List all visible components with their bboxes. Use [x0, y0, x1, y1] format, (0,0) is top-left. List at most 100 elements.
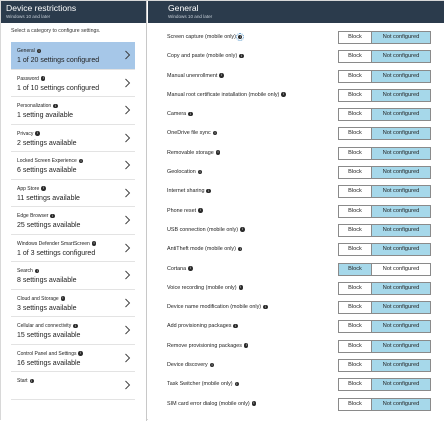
info-icon[interactable]: i — [281, 92, 286, 97]
category-item-windows-defender-smartscreen[interactable]: Windows Defender SmartScreen i 1 of 3 sett… — [11, 235, 135, 262]
info-icon[interactable]: i — [234, 381, 240, 387]
info-icon[interactable]: i — [73, 323, 78, 328]
setting-row-remove-provisioning-packages: Remove provisioning packages i Block Not co… — [167, 338, 437, 357]
category-detail: 3 settings available — [17, 304, 77, 312]
block-option[interactable]: Block — [339, 379, 372, 391]
chevron-right-icon — [125, 325, 131, 335]
category-item-edge-browser[interactable]: Edge Browser i 25 settings available — [11, 207, 135, 235]
info-icon[interactable]: i — [219, 73, 224, 78]
setting-label-text: Manual unenrollment — [167, 72, 218, 79]
not-configured-option[interactable]: Not configured — [372, 282, 430, 294]
setting-toggle: Block Not configured — [338, 359, 431, 373]
info-icon[interactable]: i — [35, 131, 40, 136]
block-option[interactable]: Block — [339, 128, 372, 140]
setting-row-antitheft-mode-mobile-only: AntiTheft mode (mobile only) i Block Not co… — [167, 241, 437, 260]
category-name-text: Personalization — [17, 103, 52, 109]
block-option[interactable]: Block — [339, 32, 372, 43]
info-icon[interactable]: i — [209, 362, 215, 368]
info-icon[interactable]: i — [78, 351, 83, 356]
not-configured-option[interactable]: Not configured — [372, 51, 430, 63]
category-item-cloud-and-storage[interactable]: Cloud and Storage i 3 settings available — [11, 290, 135, 317]
not-configured-option[interactable]: Not configured — [372, 360, 430, 372]
not-configured-option[interactable]: Not configured — [372, 244, 430, 256]
info-icon[interactable]: i — [29, 378, 35, 383]
not-configured-option[interactable]: Not configured — [372, 398, 430, 410]
block-option[interactable]: Block — [339, 70, 372, 82]
block-option[interactable]: Block — [339, 398, 372, 410]
category-item-start[interactable]: Start i — [11, 372, 135, 400]
block-option[interactable]: Block — [339, 147, 372, 159]
block-option[interactable]: Block — [339, 89, 372, 101]
block-option[interactable]: Block — [339, 109, 372, 121]
setting-label: USB connection (mobile only) i — [167, 227, 245, 233]
not-configured-option[interactable]: Not configured — [372, 340, 430, 352]
info-icon[interactable]: i — [188, 266, 193, 271]
block-option[interactable]: Block — [339, 360, 372, 372]
info-icon[interactable]: i — [238, 285, 244, 290]
not-configured-option[interactable]: Not configured — [372, 70, 430, 82]
info-icon[interactable]: i — [239, 53, 244, 59]
not-configured-option[interactable]: Not configured — [372, 167, 430, 179]
info-icon[interactable]: i — [212, 130, 218, 136]
info-icon[interactable]: i — [206, 188, 211, 194]
not-configured-option[interactable]: Not configured — [372, 89, 430, 101]
category-item-general[interactable]: General i 1 of 20 settings configured — [11, 42, 135, 70]
not-configured-option[interactable]: Not configured — [372, 205, 430, 217]
not-configured-option[interactable]: Not configured — [372, 224, 430, 236]
not-configured-option[interactable]: Not configured — [372, 263, 430, 275]
not-configured-option[interactable]: Not configured — [372, 32, 430, 43]
block-option[interactable]: Block — [339, 167, 372, 179]
info-icon[interactable]: i — [50, 213, 55, 218]
info-icon[interactable]: i — [198, 208, 203, 213]
category-item-cellular-and-connectivity[interactable]: Cellular and connectivity i 15 settings av… — [11, 317, 135, 345]
block-option[interactable]: Block — [339, 321, 372, 333]
info-icon[interactable]: i — [215, 150, 221, 155]
block-option[interactable]: Block — [339, 282, 372, 294]
category-item-locked-screen-experience[interactable]: Locked Screen Experience i 6 settings avai… — [11, 152, 135, 180]
info-icon[interactable]: i — [60, 296, 66, 301]
category-item-personalization[interactable]: Personalization i 1 setting available — [11, 97, 135, 125]
setting-row-usb-connection-mobile-only: USB connection (mobile only) i Block Not co… — [167, 222, 437, 241]
info-icon[interactable]: i — [34, 268, 40, 273]
category-item-search[interactable]: Search i 8 settings available — [11, 262, 135, 290]
info-icon[interactable]: i — [188, 111, 193, 117]
info-icon[interactable]: i — [236, 32, 245, 41]
category-item-control-panel-and-settings[interactable]: Control Panel and Settings i 16 settings a… — [11, 345, 135, 372]
block-option[interactable]: Block — [339, 224, 372, 236]
not-configured-option[interactable]: Not configured — [372, 302, 430, 314]
not-configured-option[interactable]: Not configured — [372, 321, 430, 333]
not-configured-option[interactable]: Not configured — [372, 147, 430, 159]
block-option[interactable]: Block — [339, 340, 372, 352]
not-configured-option[interactable]: Not configured — [372, 379, 430, 391]
info-icon[interactable]: i — [237, 246, 243, 252]
block-option[interactable]: Block — [339, 205, 372, 217]
info-icon[interactable]: i — [78, 158, 84, 163]
info-icon[interactable]: i — [41, 186, 46, 191]
chevron-right-icon — [125, 353, 131, 362]
chevron-right-icon — [125, 298, 131, 307]
block-option[interactable]: Block — [339, 186, 372, 198]
block-option[interactable]: Block — [339, 244, 372, 256]
category-item-app-store[interactable]: App Store i 11 settings available — [11, 180, 135, 207]
block-option[interactable]: Block — [339, 302, 372, 314]
info-icon[interactable]: i — [263, 304, 268, 310]
info-icon[interactable]: i — [40, 76, 46, 81]
block-option[interactable]: Block — [339, 263, 372, 275]
info-icon[interactable]: i — [233, 323, 238, 329]
category-item-privacy[interactable]: Privacy i 2 settings available — [11, 125, 135, 152]
general-settings-blade: General Windows 10 and later Screen capt… — [148, 1, 444, 421]
not-configured-option[interactable]: Not configured — [372, 109, 430, 121]
category-name-text: General — [17, 48, 35, 54]
info-icon[interactable]: i — [251, 401, 257, 406]
info-icon[interactable]: i — [240, 227, 245, 232]
category-name-text: Cellular and connectivity — [17, 323, 72, 329]
category-item-password[interactable]: Password i 1 of 10 settings configured — [11, 70, 135, 97]
info-icon[interactable]: i — [53, 103, 58, 108]
not-configured-option[interactable]: Not configured — [372, 186, 430, 198]
info-icon[interactable]: i — [36, 48, 42, 53]
not-configured-option[interactable]: Not configured — [372, 128, 430, 140]
info-icon[interactable]: i — [243, 343, 249, 348]
block-option[interactable]: Block — [339, 51, 372, 63]
info-icon[interactable]: i — [197, 169, 203, 175]
info-icon[interactable]: i — [91, 241, 97, 246]
